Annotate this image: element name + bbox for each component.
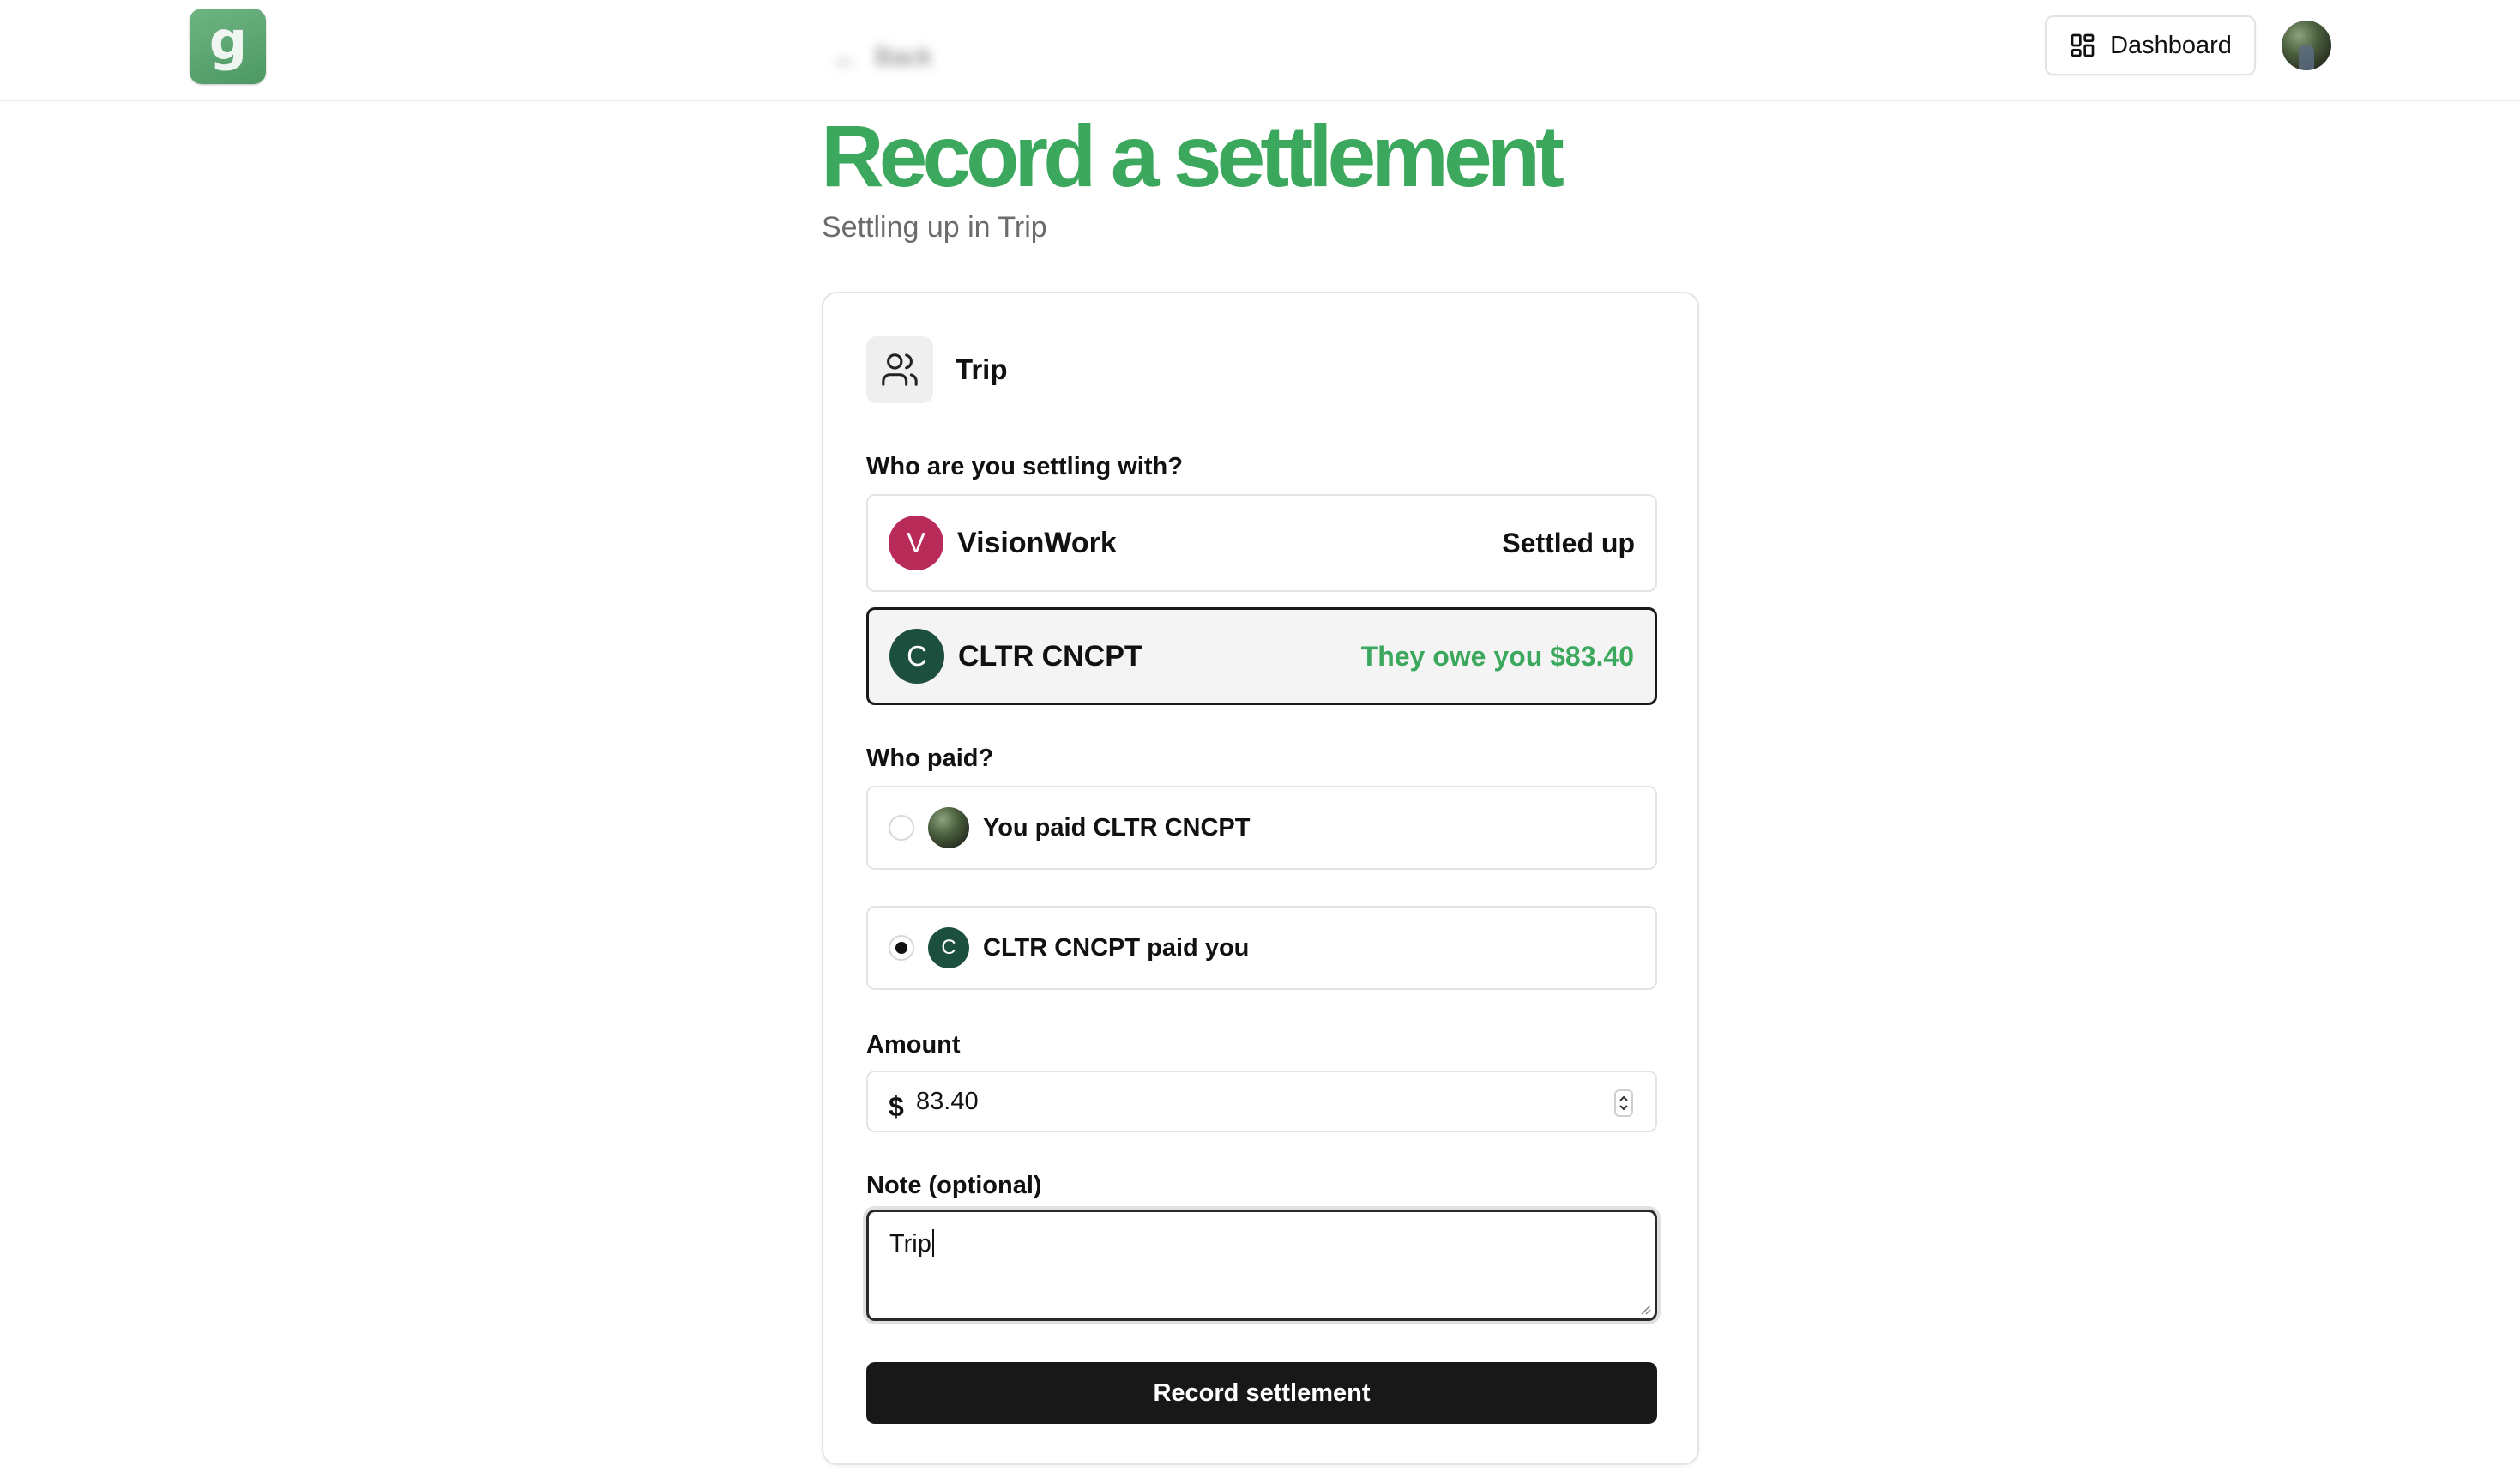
- payer-option-label: CLTR CNCPT paid you: [983, 933, 1250, 962]
- currency-symbol: $: [889, 1091, 904, 1122]
- group-icon-badge: [866, 336, 933, 403]
- radio-dot: [895, 942, 907, 954]
- page-subtitle: Settling up in Trip: [822, 211, 1047, 244]
- person-option-cltr-cncpt[interactable]: C CLTR CNCPT They owe you $83.40: [866, 607, 1657, 705]
- dashboard-button[interactable]: Dashboard: [2045, 15, 2256, 75]
- top-navigation-bar: g ← Back Dashboard: [0, 0, 2520, 101]
- radio-button[interactable]: [889, 815, 914, 841]
- payer-option-cltr-cncpt[interactable]: C CLTR CNCPT paid you: [866, 906, 1657, 990]
- person-option-visionwork[interactable]: V VisionWork Settled up: [866, 494, 1657, 592]
- person-name: CLTR CNCPT: [958, 639, 1142, 673]
- settlement-form-card: Trip Who are you settling with? V Vision…: [822, 292, 1699, 1465]
- amount-label: Amount: [866, 1031, 961, 1059]
- logo-g-icon: g: [208, 16, 246, 72]
- avatar: C: [889, 629, 944, 684]
- text-caret: [931, 1229, 934, 1257]
- payer-option-label: You paid CLTR CNCPT: [983, 813, 1251, 842]
- app-logo[interactable]: g: [190, 9, 266, 84]
- avatar-initial: C: [941, 936, 956, 959]
- amount-value: 83.40: [916, 1088, 979, 1115]
- users-icon: [882, 353, 918, 386]
- radio-button-selected[interactable]: [889, 935, 914, 961]
- amount-input[interactable]: $ 83.40: [866, 1071, 1657, 1132]
- avatar: V: [889, 516, 943, 570]
- svg-text:g: g: [208, 16, 246, 72]
- note-label: Note (optional): [866, 1172, 1042, 1199]
- number-stepper-icon[interactable]: [1614, 1089, 1633, 1117]
- user-avatar[interactable]: [2282, 21, 2331, 70]
- back-label: Back: [875, 43, 932, 71]
- layout-dashboard-icon: [2071, 33, 2095, 57]
- balance-status: Settled up: [1502, 527, 1635, 558]
- payer-option-you[interactable]: You paid CLTR CNCPT: [866, 786, 1657, 870]
- avatar: C: [928, 927, 969, 968]
- note-value: Trip: [889, 1229, 934, 1258]
- arrow-left-icon: ←: [832, 41, 859, 73]
- avatar-initial: V: [906, 527, 925, 558]
- person-name: VisionWork: [957, 526, 1117, 559]
- balance-status: They owe you $83.40: [1360, 640, 1634, 672]
- back-link[interactable]: ← Back: [832, 36, 961, 79]
- note-text: Trip: [889, 1230, 931, 1258]
- group-name: Trip: [956, 353, 1008, 385]
- who-paid-label: Who paid?: [866, 745, 994, 772]
- resize-grip-icon[interactable]: [1639, 1303, 1651, 1315]
- note-textarea[interactable]: Trip: [866, 1210, 1657, 1321]
- dashboard-label: Dashboard: [2110, 31, 2232, 59]
- record-settlement-button[interactable]: Record settlement: [866, 1362, 1657, 1424]
- settle-with-label: Who are you settling with?: [866, 453, 1183, 480]
- user-avatar-small: [928, 807, 969, 848]
- avatar-initial: C: [907, 640, 927, 672]
- page-title: Record a settlement: [821, 107, 1564, 205]
